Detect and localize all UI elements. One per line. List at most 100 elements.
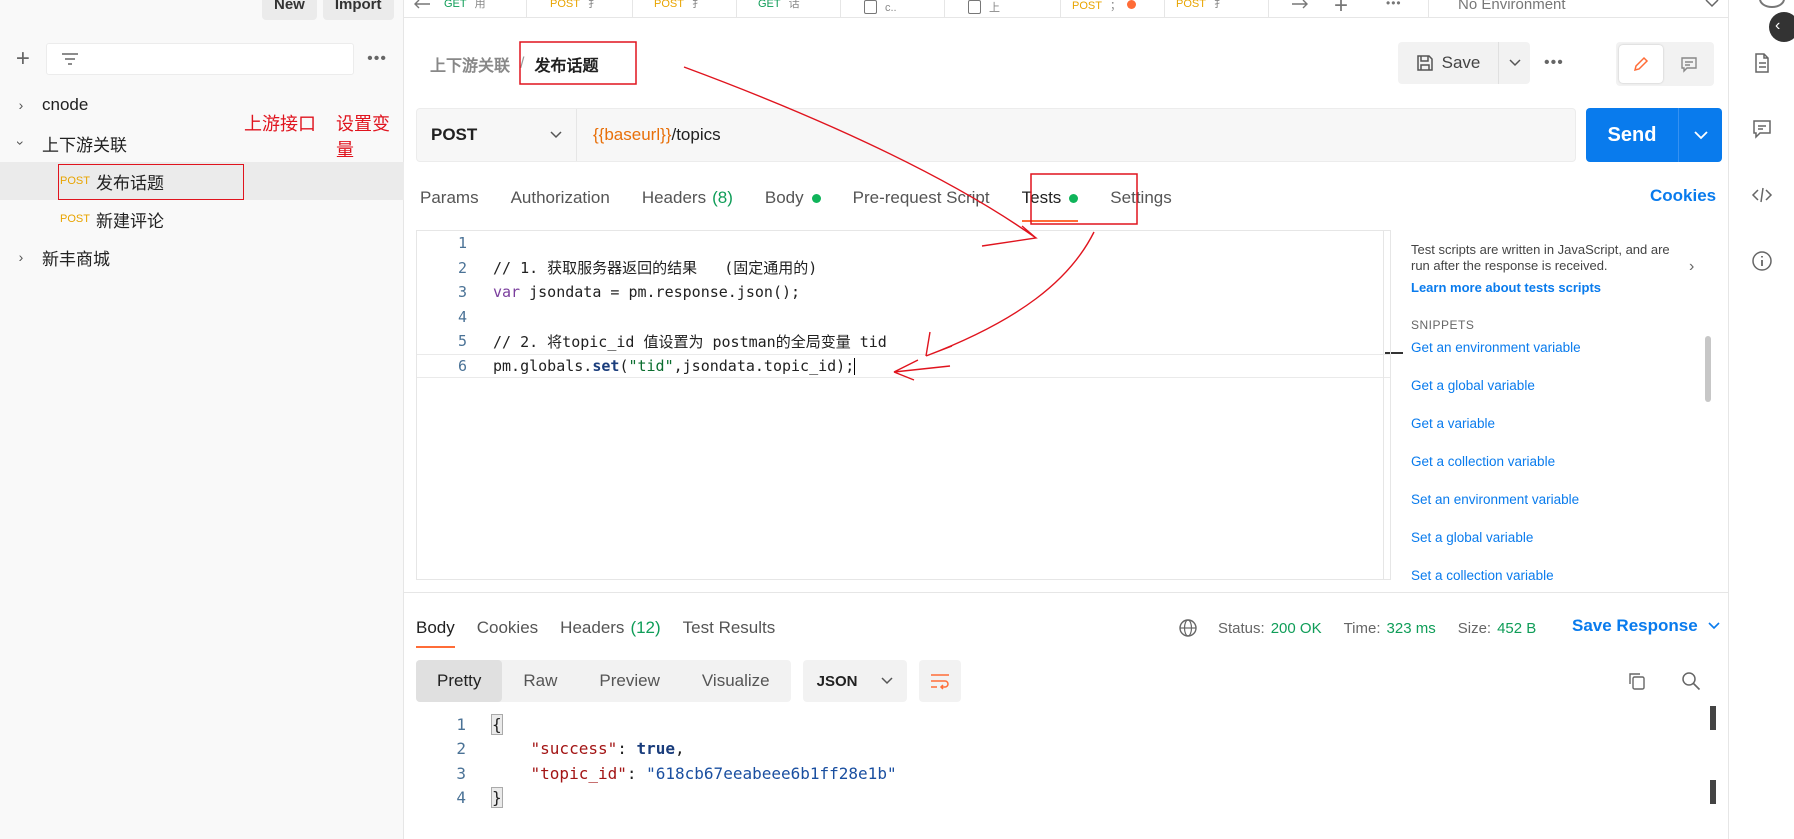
tab-response-body[interactable]: Body — [416, 612, 455, 648]
line-number: 4 — [457, 307, 467, 326]
tab-item[interactable]: POST 扌 — [654, 0, 703, 17]
request-tabs-bar: GET 用 POST 扌 POST 扌 GET 话 c.. 上 POST； POST 扌 … — [404, 0, 1794, 18]
tab-item[interactable]: 上 — [968, 0, 1000, 17]
pretty-button[interactable]: Pretty — [416, 660, 503, 702]
tab-item[interactable]: POST 扌 — [1176, 0, 1225, 17]
eye-icon[interactable] — [1759, 0, 1785, 8]
tab-item[interactable]: POST 扌 — [550, 0, 599, 17]
tests-editor[interactable]: 1 2// 1. 获取服务器返回的结果 (固定通用的) 3 var jsondat… — [416, 230, 1403, 580]
chevron-right-icon[interactable]: › — [1689, 258, 1694, 276]
tree-item-new-comment[interactable]: POST 新建评论 — [0, 200, 404, 238]
add-icon[interactable]: + — [12, 47, 34, 71]
tab-response-headers[interactable]: Headers (12) — [560, 612, 661, 644]
send-button[interactable]: Send — [1586, 108, 1678, 162]
tab-item[interactable]: GET 用 — [444, 0, 486, 17]
import-button[interactable]: Import — [322, 0, 394, 20]
response-scrollbar[interactable] — [1710, 706, 1716, 730]
code-text: "topic_id": "618cb67eeabeee6b1ff28e1b" — [530, 763, 897, 783]
new-tab-icon[interactable]: + — [1334, 0, 1348, 17]
tab-settings[interactable]: Settings — [1110, 178, 1171, 218]
tab-body[interactable]: Body — [765, 178, 821, 218]
tab-params[interactable]: Params — [420, 178, 479, 218]
more-icon[interactable]: ••• — [362, 50, 392, 68]
environment-selector[interactable]: No Environment — [1458, 0, 1566, 13]
chevron-down-icon — [1508, 59, 1521, 67]
response-scrollbar[interactable] — [1710, 780, 1716, 804]
size-value[interactable]: 452 B — [1497, 620, 1536, 637]
tab-item[interactable]: GET 话 — [758, 0, 800, 17]
code-comment: // 2. 将topic_id 值设置为 postman的全局变量 tid — [493, 332, 887, 351]
save-options-button[interactable] — [1498, 42, 1530, 84]
more-actions-icon[interactable]: ••• — [1544, 54, 1564, 72]
wrap-lines-button[interactable] — [918, 660, 961, 702]
visualize-button[interactable]: Visualize — [681, 660, 791, 702]
tab-tests[interactable]: Tests — [1021, 178, 1079, 222]
copy-icon[interactable] — [1626, 670, 1648, 692]
arrow-left-icon[interactable] — [412, 0, 432, 12]
code-text: "success": true, — [530, 739, 685, 759]
request-name[interactable]: 发布话题 — [534, 52, 598, 76]
tab-response-cookies[interactable]: Cookies — [477, 612, 538, 644]
collapse-rail-icon[interactable]: ‹ — [1769, 12, 1794, 42]
code-line: 1 — [417, 231, 1390, 256]
snippet-item[interactable]: Get a global variable — [1411, 378, 1581, 416]
preview-button[interactable]: Preview — [578, 660, 680, 702]
save-button[interactable]: Save — [1398, 42, 1498, 84]
save-response-button[interactable]: Save Response — [1572, 616, 1720, 636]
format-type-select[interactable]: JSON — [802, 660, 907, 702]
line-number: 5 — [457, 332, 467, 351]
tab-item-active[interactable]: POST ； — [1072, 0, 1136, 17]
documentation-icon[interactable] — [1751, 52, 1773, 74]
code-text: jsondata = pm.response.json(); — [520, 283, 801, 302]
info-icon[interactable] — [1751, 250, 1773, 272]
snippet-item[interactable]: Set a collection variable — [1411, 568, 1581, 580]
method-badge: POST — [60, 213, 90, 225]
tab-item[interactable]: c.. — [864, 0, 897, 17]
edit-mode-button[interactable] — [1619, 45, 1663, 83]
tab-prerequest-script[interactable]: Pre-request Script — [853, 178, 990, 218]
comments-icon[interactable] — [1751, 118, 1773, 140]
chevron-right-icon: › — [18, 249, 24, 265]
send-options-button[interactable] — [1678, 108, 1722, 162]
status-value[interactable]: 200 OK — [1271, 620, 1322, 637]
response-body[interactable]: 1{ 2 "success": true, 3 "topic_id": "618… — [416, 712, 1706, 822]
search-icon[interactable] — [1680, 670, 1702, 692]
url-input[interactable]: {{baseurl}}/topics — [577, 109, 1575, 161]
tab-label: c.. — [885, 2, 897, 14]
arrow-right-icon[interactable] — [1290, 0, 1310, 12]
comment-mode-button[interactable] — [1667, 45, 1711, 83]
sidebar: New Import + ••• › cnode › 上下游关联 POST 发布… — [0, 0, 404, 839]
code-comment: // 1. 获取服务器返回的结果 (固定通用的) — [493, 259, 818, 278]
snippet-item[interactable]: Set a global variable — [1411, 530, 1581, 568]
tab-headers[interactable]: Headers (8) — [642, 178, 733, 218]
time-value[interactable]: 323 ms — [1387, 620, 1436, 637]
tree-item-xinfeng-mall[interactable]: › 新丰商城 — [0, 238, 404, 276]
snippet-item[interactable]: Set an environment variable — [1411, 492, 1581, 530]
filter-input[interactable] — [45, 43, 355, 75]
snippet-item[interactable]: Get an environment variable — [1411, 340, 1581, 378]
tab-divider — [1060, 0, 1061, 17]
learn-more-link[interactable]: Learn more about tests scripts — [1411, 280, 1601, 295]
breadcrumb-parent[interactable]: 上下游关联 — [430, 52, 510, 76]
json-brace: { — [491, 713, 503, 735]
tabs-more-icon[interactable]: ••• — [1386, 0, 1402, 10]
send-group: Send — [1586, 108, 1722, 162]
line-number: 2 — [456, 739, 466, 759]
tab-test-results[interactable]: Test Results — [683, 612, 776, 644]
snippet-item[interactable]: Get a variable — [1411, 416, 1581, 454]
new-button[interactable]: New — [262, 0, 317, 20]
code-icon[interactable] — [1751, 184, 1773, 206]
chevron-down-icon[interactable] — [1704, 0, 1720, 8]
cookies-link[interactable]: Cookies — [1650, 186, 1716, 206]
request-workspace: 上下游关联 / 发布话题 Save ••• POST {{baseurl}}/t… — [404, 18, 1728, 839]
code-line-current: 6 pm.globals.set("tid",jsondata.topic_id)… — [417, 353, 1390, 378]
raw-button[interactable]: Raw — [502, 660, 578, 702]
globe-icon[interactable] — [1178, 618, 1198, 638]
snippet-item[interactable]: Get a collection variable — [1411, 454, 1581, 492]
tab-authorization[interactable]: Authorization — [511, 178, 610, 218]
snippets-scrollbar[interactable] — [1705, 336, 1711, 402]
method-select[interactable]: POST — [417, 109, 577, 161]
code-line: 2 // 1. 获取服务器返回的结果 (固定通用的) — [417, 256, 1390, 281]
line-number: 6 — [457, 356, 467, 375]
json-value: true — [636, 739, 676, 759]
